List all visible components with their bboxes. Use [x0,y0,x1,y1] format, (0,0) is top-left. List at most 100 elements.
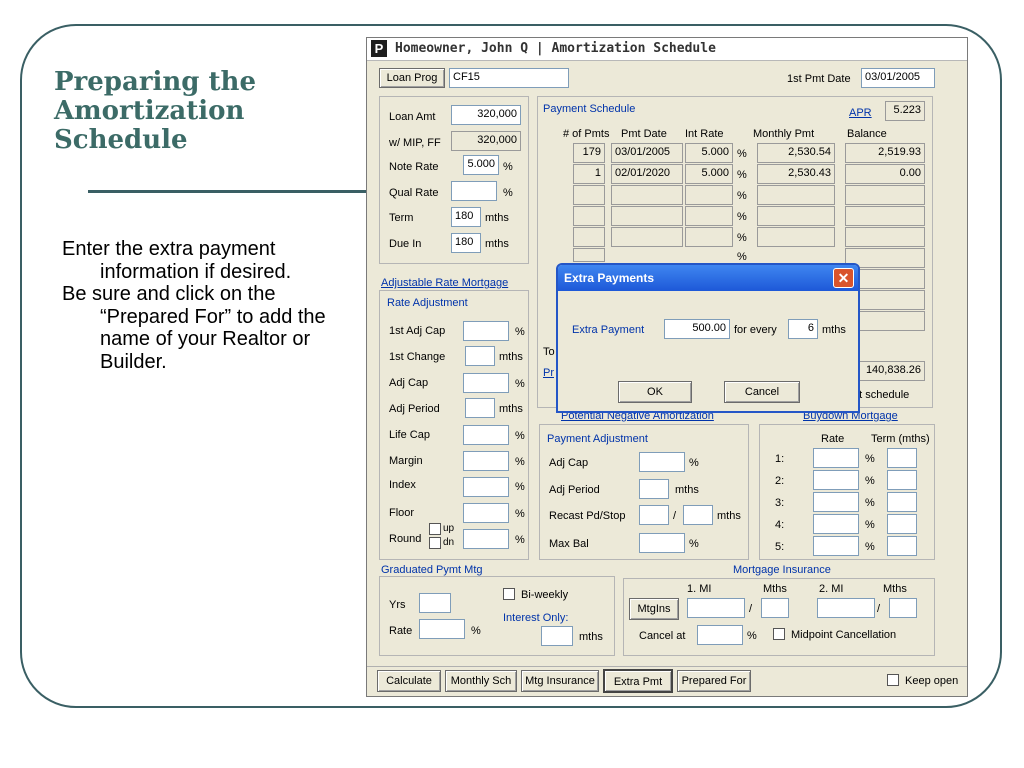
recast-pd-field[interactable] [639,505,669,525]
mi2-field[interactable] [817,598,875,618]
mi1-mths-field[interactable] [761,598,789,618]
table-cell[interactable]: 5.000 [685,164,733,184]
gpm-rate-field[interactable] [419,619,465,639]
first-pmt-label: 1st Pmt Date [787,73,851,85]
monthly-sch-button[interactable]: Monthly Sch [445,670,517,692]
mip-label: w/ MIP, FF [389,137,441,149]
buydown-rate-field[interactable] [813,470,859,490]
first-pmt-field[interactable]: 03/01/2005 [861,68,935,88]
pa-adj-period-field[interactable] [639,479,669,499]
mi1-field[interactable] [687,598,745,618]
table-cell[interactable] [573,227,605,247]
note-rate-label: Note Rate [389,161,439,173]
table-cell[interactable] [685,206,733,226]
qual-rate-label: Qual Rate [389,187,439,199]
table-cell[interactable] [757,206,835,226]
loan-amt-field[interactable]: 320,000 [451,105,521,125]
table-cell[interactable] [845,185,925,205]
mi2-mths-field[interactable] [889,598,917,618]
table-cell[interactable]: 03/01/2005 [611,143,683,163]
mi-sep: / [749,603,753,615]
adj-cap-field[interactable] [463,373,509,393]
life-cap-field[interactable] [463,425,509,445]
first-change-field[interactable] [465,346,495,366]
loan-prog-button[interactable]: Loan Prog [379,68,445,88]
due-in-field[interactable]: 180 [451,233,481,253]
due-in-label: Due In [389,238,422,250]
close-icon[interactable]: ✕ [833,268,854,288]
buydown-pct: % [865,519,875,531]
term-field[interactable]: 180 [451,207,481,227]
biweekly-checkbox[interactable] [503,588,515,600]
table-cell[interactable] [573,185,605,205]
buydown-rate-field[interactable] [813,514,859,534]
floor-field[interactable] [463,503,509,523]
interest-only-field[interactable] [541,626,573,646]
buydown-term-field[interactable] [887,470,917,490]
extra-pmt-button[interactable]: Extra Pmt [603,669,673,693]
table-cell[interactable]: 2,519.93 [845,143,925,163]
cancel-button[interactable]: Cancel [724,381,800,403]
recast-stop-field[interactable] [683,505,713,525]
table-cell[interactable] [757,227,835,247]
table-cell[interactable]: 2,530.54 [757,143,835,163]
mtg-insurance-button[interactable]: Mtg Insurance [521,670,599,692]
loan-prog-field[interactable]: CF15 [449,68,569,88]
buydown-term-header: Term (mths) [871,433,930,445]
note-rate-field[interactable]: 5.000 [463,155,499,175]
pct-label: % [737,232,747,244]
buydown-term-field[interactable] [887,492,917,512]
arm-link[interactable]: Adjustable Rate Mortgage [381,276,508,290]
print-link[interactable]: Pr [543,366,554,380]
buydown-pct: % [865,453,875,465]
buydown-rate-field[interactable] [813,536,859,556]
table-cell[interactable] [611,227,683,247]
table-cell[interactable] [573,248,605,262]
qual-rate-field[interactable] [451,181,497,201]
pa-adj-cap-field[interactable] [639,452,685,472]
ok-button[interactable]: OK [618,381,692,403]
table-cell[interactable]: 02/01/2020 [611,164,683,184]
max-bal-field[interactable] [639,533,685,553]
index-field[interactable] [463,477,509,497]
margin-field[interactable] [463,451,509,471]
slide-bullets: Enter the extra payment information if d… [62,238,352,373]
table-cell[interactable] [611,206,683,226]
table-cell[interactable]: 2,530.43 [757,164,835,184]
buydown-row-label: 3: [775,497,785,509]
prepared-for-button[interactable]: Prepared For [677,670,751,692]
round-up-checkbox[interactable] [429,523,441,535]
table-cell[interactable] [685,227,733,247]
table-cell[interactable] [573,206,605,226]
pa-adj-cap-unit: % [689,457,699,469]
max-bal-label: Max Bal [549,538,589,550]
mi-title: Mortgage Insurance [733,564,831,576]
buydown-term-field[interactable] [887,514,917,534]
round-dn-checkbox[interactable] [429,537,441,549]
table-cell[interactable] [611,185,683,205]
every-field[interactable]: 6 [788,319,818,339]
table-cell[interactable]: 179 [573,143,605,163]
table-cell[interactable] [845,227,925,247]
keep-open-checkbox[interactable] [887,674,899,686]
cancel-at-field[interactable] [697,625,743,645]
first-adj-cap-field[interactable] [463,321,509,341]
table-cell[interactable] [757,185,835,205]
adj-period-field[interactable] [465,398,495,418]
table-cell[interactable] [685,185,733,205]
midpoint-checkbox[interactable] [773,628,785,640]
gpm-yrs-field[interactable] [419,593,451,613]
buydown-term-field[interactable] [887,448,917,468]
buydown-rate-field[interactable] [813,492,859,512]
extra-payment-field[interactable]: 500.00 [664,319,730,339]
buydown-term-field[interactable] [887,536,917,556]
round-field[interactable] [463,529,509,549]
calculate-button[interactable]: Calculate [377,670,441,692]
table-cell[interactable] [845,206,925,226]
apr-link[interactable]: APR [849,106,872,120]
buydown-rate-field[interactable] [813,448,859,468]
table-cell[interactable]: 0.00 [845,164,925,184]
table-cell[interactable]: 5.000 [685,143,733,163]
mtgins-button[interactable]: MtgIns [629,598,679,620]
table-cell[interactable]: 1 [573,164,605,184]
